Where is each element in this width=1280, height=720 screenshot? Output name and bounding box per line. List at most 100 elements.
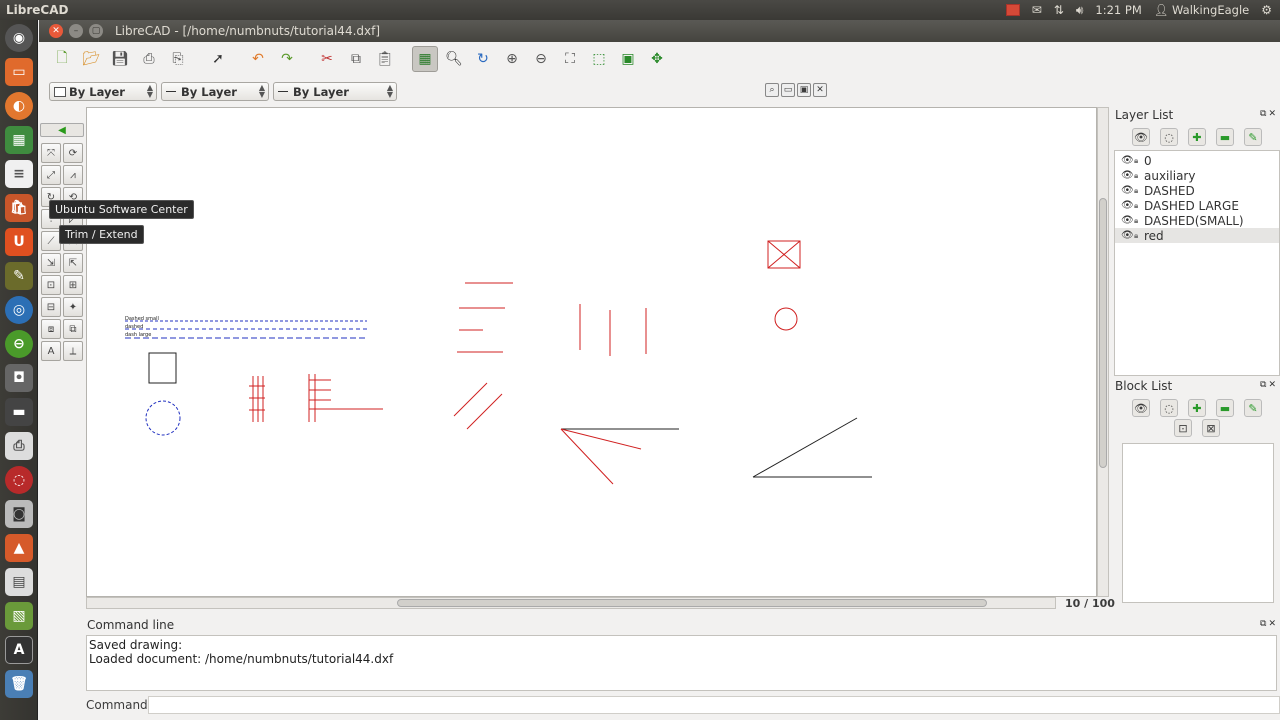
open-file-button[interactable]: 📂︎: [78, 46, 104, 72]
camera-icon[interactable]: ◘: [5, 364, 33, 392]
keyboard-sort-icon[interactable]: ⇅: [1054, 3, 1064, 17]
layer-row[interactable]: 👁︎ 🔒︎ DASHED(SMALL): [1115, 213, 1279, 228]
undo-button[interactable]: ↶: [245, 46, 271, 72]
drawing-canvas[interactable]: Dashed small dashed dash large: [86, 107, 1097, 597]
save-file-button[interactable]: 💾︎: [107, 46, 133, 72]
lock-icon[interactable]: 🔒︎: [1134, 231, 1144, 241]
zoom-window-button[interactable]: 🔍︎: [441, 46, 467, 72]
line-type-combo[interactable]: By Layer ▲ ▼: [273, 82, 397, 101]
mirror-tool-button[interactable]: ⩘: [63, 165, 83, 185]
eye-icon[interactable]: 👁︎: [1121, 200, 1134, 211]
delete-tool-button[interactable]: ⊟: [41, 297, 61, 317]
remove-layer-icon[interactable]: ▬: [1216, 128, 1234, 146]
edit-block-icon[interactable]: ✎: [1244, 399, 1262, 417]
software-center-icon[interactable]: 🛍︎: [5, 194, 33, 222]
eye-icon[interactable]: 👁︎: [1121, 155, 1134, 166]
librecad-icon[interactable]: ⊖: [5, 330, 33, 358]
red-line[interactable]: [560, 428, 614, 485]
maximize-window-button[interactable]: ▢: [89, 24, 103, 38]
edit-layer-icon[interactable]: ✎: [1244, 128, 1262, 146]
show-all-blocks-icon[interactable]: 👁︎: [1132, 399, 1150, 417]
black-rectangle[interactable]: [148, 352, 177, 384]
show-all-layers-icon[interactable]: 👁︎: [1132, 128, 1150, 146]
calc-icon[interactable]: ▦: [5, 126, 33, 154]
line-width-combo[interactable]: By Layer ▲ ▼: [161, 82, 269, 101]
eye-icon[interactable]: 👁︎: [1121, 185, 1134, 196]
move-tool-button[interactable]: ⤧: [41, 143, 61, 163]
app-red-icon[interactable]: ◌: [5, 466, 33, 494]
attributes-tool-button[interactable]: ⊞: [63, 275, 83, 295]
red-line[interactable]: [560, 428, 642, 450]
new-file-button[interactable]: 🗋︎: [49, 46, 75, 72]
dock-float-close-icon[interactable]: ⧉✕: [1260, 380, 1278, 390]
notes-icon[interactable]: ▧: [5, 602, 33, 630]
black-line[interactable]: [752, 417, 858, 478]
layer-row[interactable]: 👁︎ 🔒︎ DASHED: [1115, 183, 1279, 198]
zoom-in-button[interactable]: ⊕: [499, 46, 525, 72]
trash-icon[interactable]: 🗑︎: [5, 670, 33, 698]
lock-icon[interactable]: 🔒︎: [1134, 186, 1144, 196]
eye-icon[interactable]: 👁︎: [1121, 215, 1134, 226]
trim-extend-tool-button[interactable]: ⟋: [41, 231, 61, 251]
rotate-tool-button[interactable]: ⟳: [63, 143, 83, 163]
vertical-scroll-thumb[interactable]: [1099, 198, 1107, 468]
copy-button[interactable]: ⧉: [343, 46, 369, 72]
restore-icon[interactable]: ▭: [781, 83, 795, 97]
grid-toggle-button[interactable]: ▦: [412, 46, 438, 72]
mail-icon[interactable]: ✉: [1032, 3, 1042, 17]
eye-icon[interactable]: 👁︎: [1121, 230, 1134, 241]
close-icon[interactable]: ✕: [813, 83, 827, 97]
layer-row[interactable]: 👁︎ 🔒︎ auxiliary: [1115, 168, 1279, 183]
magnifier-icon[interactable]: ⌕: [765, 83, 779, 97]
clock[interactable]: 1:21 PM: [1095, 3, 1141, 17]
explode-tool-button[interactable]: ✦: [63, 297, 83, 317]
group-tool-button[interactable]: ⧉: [63, 319, 83, 339]
dock-float-close-icon[interactable]: ⧉✕: [1260, 619, 1278, 629]
zoom-out-button[interactable]: ⊖: [528, 46, 554, 72]
red-line[interactable]: [466, 393, 503, 430]
pencil-icon[interactable]: ✎: [5, 262, 33, 290]
settings-gear-icon[interactable]: ⚙: [1261, 3, 1272, 17]
dimension-tool-button[interactable]: ⟂: [63, 341, 83, 361]
zoom-page-button[interactable]: ▣: [615, 46, 641, 72]
layer-row-selected[interactable]: 👁︎ 🔒︎ red: [1115, 228, 1279, 243]
dock-float-close-icon[interactable]: ⧉✕: [1260, 109, 1278, 119]
text-tool-button[interactable]: A: [41, 341, 61, 361]
zoom-auto-button[interactable]: ⛶: [557, 46, 583, 72]
lock-icon[interactable]: 🔒︎: [1134, 201, 1144, 211]
user-menu[interactable]: 👤︎ WalkingEagle: [1154, 3, 1249, 17]
volume-icon[interactable]: 🔊︎: [1076, 3, 1084, 18]
notification-indicator-icon[interactable]: [1005, 4, 1020, 16]
properties-tool-button[interactable]: ⊡: [41, 275, 61, 295]
add-layer-icon[interactable]: ✚: [1188, 128, 1206, 146]
zoom-pan-button[interactable]: ✥: [644, 46, 670, 72]
zoom-previous-button[interactable]: ⬚: [586, 46, 612, 72]
archive-icon[interactable]: ▤: [5, 568, 33, 596]
dash-home-icon[interactable]: ◉: [5, 24, 33, 52]
add-block-icon[interactable]: ✚: [1188, 399, 1206, 417]
firefox-icon[interactable]: ◐: [5, 92, 33, 120]
print-button[interactable]: ⎙: [136, 46, 162, 72]
lock-icon[interactable]: 🔒︎: [1134, 171, 1144, 181]
lock-icon[interactable]: 🔒︎: [1134, 216, 1144, 226]
cut-button[interactable]: ✂: [314, 46, 340, 72]
font-viewer-icon[interactable]: A: [5, 636, 33, 664]
minimize-window-button[interactable]: –: [69, 24, 83, 38]
color-combo[interactable]: By Layer ▲ ▼: [49, 82, 157, 101]
cut-entity-tool-button[interactable]: ⇱: [63, 253, 83, 273]
print-preview-button[interactable]: ⎘: [165, 46, 191, 72]
ubuntu-one-icon[interactable]: U: [5, 228, 33, 256]
layer-row[interactable]: 👁︎ 🔒︎ 0: [1115, 153, 1279, 168]
redraw-button[interactable]: ↻: [470, 46, 496, 72]
close-window-button[interactable]: ✕: [49, 24, 63, 38]
hide-all-layers-icon[interactable]: ◌: [1160, 128, 1178, 146]
lock-icon[interactable]: 🔒︎: [1134, 156, 1144, 166]
eye-icon[interactable]: 👁︎: [1121, 170, 1134, 181]
files-icon[interactable]: ▭: [5, 58, 33, 86]
scale-tool-button[interactable]: ⤢: [41, 165, 61, 185]
back-arrow-button[interactable]: ◀: [40, 123, 84, 137]
terminal-icon[interactable]: ▬: [5, 398, 33, 426]
vertical-scrollbar[interactable]: [1097, 107, 1109, 597]
block-tool-button[interactable]: ⧈: [41, 319, 61, 339]
printer-icon[interactable]: ⎙: [5, 432, 33, 460]
